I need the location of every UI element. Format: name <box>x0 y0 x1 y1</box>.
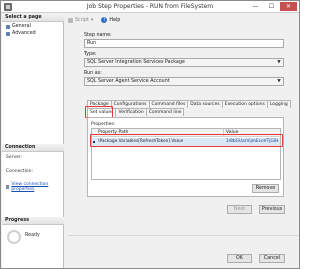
run-as-label: Run as: <box>84 71 102 76</box>
help-icon: ? <box>101 17 108 23</box>
row-selector-icon <box>93 141 95 143</box>
page-item-label: Advanced <box>12 31 36 36</box>
previous-button[interactable]: Previous <box>259 205 285 214</box>
step-name-input[interactable]: Run <box>84 39 284 48</box>
progress-header: Progress <box>2 217 64 225</box>
ok-button[interactable]: OK <box>227 254 252 263</box>
progress-spinner-icon <box>7 230 21 244</box>
minimize-button[interactable]: — <box>248 2 263 11</box>
close-button[interactable]: ✕ <box>280 2 297 11</box>
maximize-button[interactable]: ☐ <box>264 2 279 11</box>
tab-command-line[interactable]: Command line <box>145 108 185 116</box>
help-button[interactable]: ? Help <box>101 17 120 23</box>
column-divider <box>223 129 224 137</box>
properties-label: Properties: <box>91 122 116 127</box>
page-item-label: General <box>12 24 31 29</box>
title-bar: Job Step Properties - RUN from FileSyste… <box>1 1 299 13</box>
tab-verification[interactable]: Verification <box>115 108 147 116</box>
tab-set-values[interactable]: Set values <box>87 108 117 117</box>
tab-logging[interactable]: Logging <box>266 100 291 108</box>
next-button[interactable]: Next <box>227 205 252 214</box>
tab-package[interactable]: Package <box>87 100 112 108</box>
job-step-properties-window: Job Step Properties - RUN from FileSyste… <box>0 0 300 269</box>
divider <box>68 235 298 236</box>
toolbar: Script ▾ ? Help <box>68 16 120 24</box>
chevron-down-icon: ▼ <box>277 60 281 65</box>
connection-header: Connection <box>2 144 64 152</box>
column-header-value[interactable]: Value <box>226 130 238 135</box>
tab-row-1: Package Configurations Command files Dat… <box>87 100 291 108</box>
page-icon <box>6 31 10 36</box>
cancel-button[interactable]: Cancel <box>259 254 285 263</box>
table-row[interactable]: \Package.Variables[RefreshToken].Value 1… <box>92 138 280 146</box>
value-cell[interactable]: 1/8bGUarVijmEcoVTjG0knvHF7951g... <box>226 138 278 146</box>
run-as-select[interactable]: SQL Server Agent Service Account ▼ <box>84 77 284 86</box>
column-header-property-path[interactable]: Property Path <box>98 130 128 135</box>
chevron-down-icon: ▼ <box>277 79 281 84</box>
step-name-label: Step name: <box>84 33 112 38</box>
tab-configurations[interactable]: Configurations <box>110 100 150 108</box>
tab-execution-options[interactable]: Execution options <box>221 100 268 108</box>
help-label: Help <box>109 17 121 23</box>
page-item-advanced[interactable]: Advanced <box>6 31 36 36</box>
server-label: Server: <box>6 155 23 160</box>
set-values-panel: Properties: Property Path Value \Package… <box>87 117 284 197</box>
chevron-down-icon: ▾ <box>90 17 94 23</box>
script-label: Script <box>75 17 89 23</box>
select-page-header: Select a page <box>2 14 64 22</box>
tab-row-2: Set values Verification Command line <box>87 108 185 117</box>
script-icon <box>68 17 73 23</box>
script-button[interactable]: Script ▾ <box>68 17 94 23</box>
view-connection-properties-label: View connection properties <box>11 182 49 192</box>
properties-grid[interactable]: Property Path Value \Package.Variables[R… <box>91 128 281 180</box>
grid-header: Property Path Value <box>92 129 280 137</box>
remove-button[interactable]: Remove <box>252 184 279 193</box>
view-connection-properties-link[interactable]: View connection properties <box>6 182 63 192</box>
page-item-general[interactable]: General <box>6 24 31 29</box>
property-path-cell[interactable]: \Package.Variables[RefreshToken].Value <box>98 138 222 146</box>
connection-label: Connection: <box>6 169 33 174</box>
type-select[interactable]: SQL Server Integration Services Package … <box>84 58 284 67</box>
connection-properties-icon <box>6 185 10 189</box>
page-icon <box>6 24 10 29</box>
type-select-value: SQL Server Integration Services Package <box>87 60 185 65</box>
run-as-select-value: SQL Server Agent Service Account <box>87 79 170 84</box>
tab-data-sources[interactable]: Data sources <box>187 100 223 108</box>
progress-status: Ready <box>25 233 40 238</box>
type-label: Type: <box>84 52 97 57</box>
tab-command-files[interactable]: Command files <box>148 100 189 108</box>
